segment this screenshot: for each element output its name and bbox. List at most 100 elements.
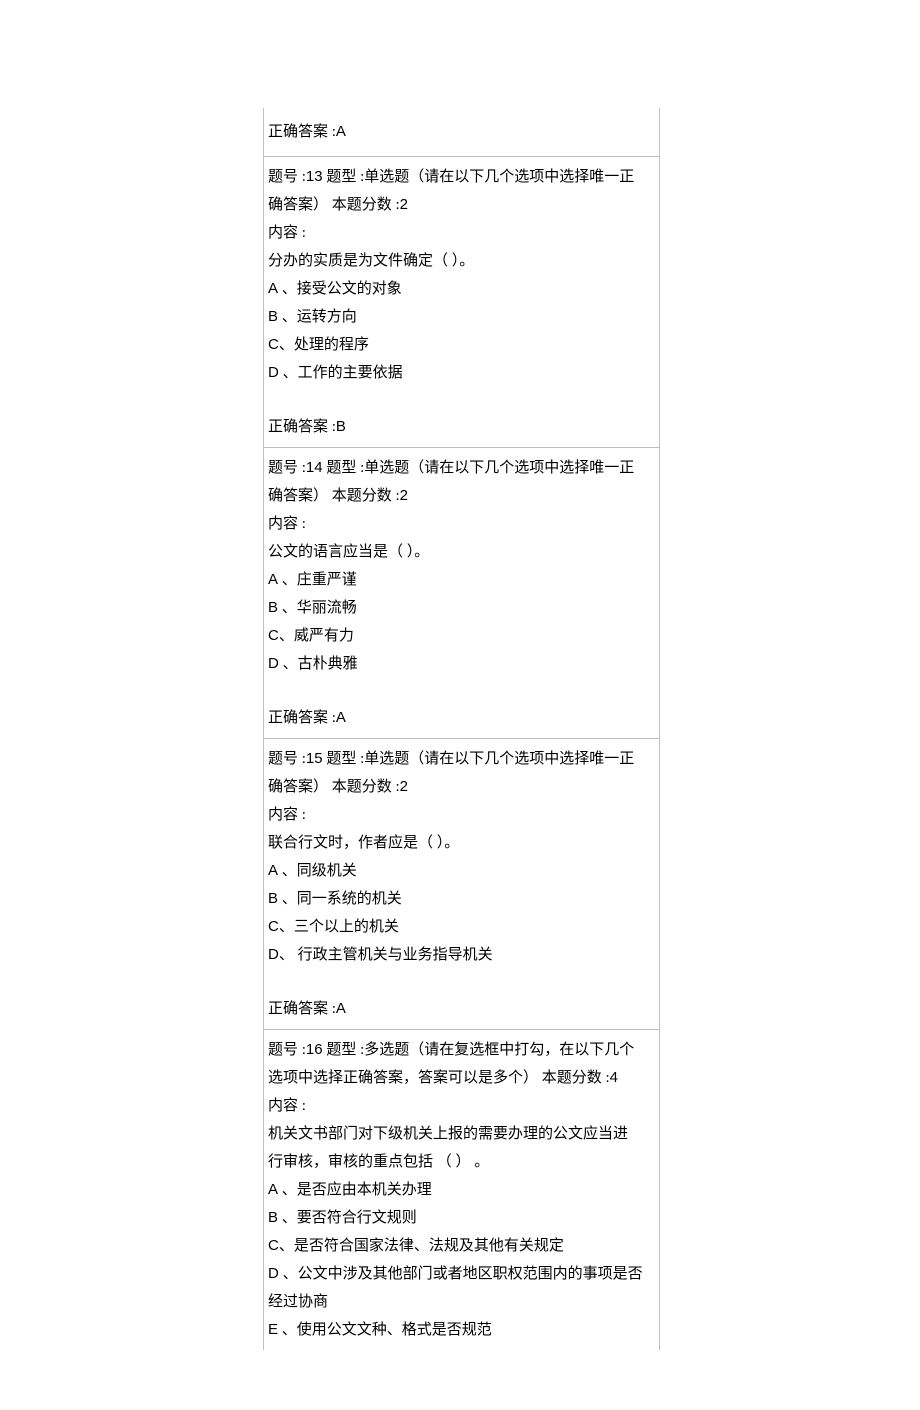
text-line: 正确答案 :B (268, 413, 655, 441)
text-line: B 、同一系统的机关 (268, 885, 655, 913)
text-segment: A (336, 709, 346, 726)
text-line: D、 行政主管机关与业务指导机关 (268, 941, 655, 969)
text-line: 确答案） 本题分数 :2 (268, 773, 655, 801)
text-segment: 、公文中涉及其他部门或者地区职权范围内的事项是否 (279, 1266, 643, 1282)
text-segment: D (268, 364, 279, 381)
text-segment: 、运转方向 (278, 309, 357, 325)
text-segment: 16 (306, 1041, 323, 1058)
cell-inner: 正确答案 :A (264, 108, 659, 156)
text-segment: 、是否符合国家法律、法规及其他有关规定 (279, 1238, 564, 1254)
text-segment: D (268, 1265, 279, 1282)
text-line: 确答案） 本题分数 :2 (268, 191, 655, 219)
blank-line (268, 387, 655, 413)
text-segment: 正确答案 : (268, 710, 336, 726)
text-segment: 、威严有力 (279, 628, 354, 644)
page: 正确答案 :A题号 :13 题型 :单选题（请在以下几个选项中选择唯一正确答案）… (0, 0, 920, 1410)
text-segment: 、古朴典雅 (279, 656, 358, 672)
text-line: C、三个以上的机关 (268, 913, 655, 941)
text-line: B 、华丽流畅 (268, 594, 655, 622)
text-segment: B (336, 418, 346, 435)
text-line: 正确答案 :A (268, 995, 655, 1023)
text-line: 题号 :16 题型 :多选题（请在复选框中打勾，在以下几个 (268, 1036, 655, 1064)
text-segment: D (268, 655, 279, 672)
text-segment: 4 (610, 1069, 618, 1086)
text-segment: 、三个以上的机关 (279, 919, 399, 935)
text-segment: B (268, 1209, 278, 1226)
text-segment: A (268, 862, 278, 879)
text-segment: 题型 :单选题（请在以下几个选项中选择唯一正 (323, 460, 635, 476)
text-segment: 2 (400, 196, 408, 213)
text-segment: A (336, 1000, 346, 1017)
text-segment: 公文的语言应当是（ ）。 (268, 544, 429, 560)
text-segment: 内容 : (268, 807, 306, 823)
blank-line (268, 678, 655, 704)
text-line: 题号 :13 题型 :单选题（请在以下几个选项中选择唯一正 (268, 163, 655, 191)
text-segment: C (268, 627, 279, 644)
text-segment: 题号 : (268, 1042, 306, 1058)
cell: 正确答案 :A (264, 108, 659, 157)
text-segment: 、华丽流畅 (278, 600, 357, 616)
text-segment: 、工作的主要依据 (279, 365, 403, 381)
text-segment: 题型 :单选题（请在以下几个选项中选择唯一正 (323, 751, 635, 767)
text-segment: 、要否符合行文规则 (278, 1210, 417, 1226)
text-line: A 、接受公文的对象 (268, 275, 655, 303)
text-segment: 机关文书部门对下级机关上报的需要办理的公文应当进 (268, 1126, 628, 1142)
text-line: 联合行文时，作者应是（ ）。 (268, 829, 655, 857)
text-segment: 题号 : (268, 751, 306, 767)
text-line: 经过协商 (268, 1288, 655, 1316)
text-line: 分办的实质是为文件确定（ ）。 (268, 247, 655, 275)
text-line: A 、庄重严谨 (268, 566, 655, 594)
text-segment: 14 (306, 459, 323, 476)
text-segment: D (268, 946, 279, 963)
text-segment: 题号 : (268, 460, 306, 476)
text-line: 行审核，审核的重点包括 （ ） 。 (268, 1148, 655, 1176)
text-line: D 、公文中涉及其他部门或者地区职权范围内的事项是否 (268, 1260, 655, 1288)
text-line: 选项中选择正确答案，答案可以是多个） 本题分数 :4 (268, 1064, 655, 1092)
text-line: C、威严有力 (268, 622, 655, 650)
text-line: D 、古朴典雅 (268, 650, 655, 678)
text-segment: 分办的实质是为文件确定（ ）。 (268, 253, 474, 269)
text-segment: 、使用公文文种、格式是否规范 (278, 1322, 492, 1338)
text-line: 公文的语言应当是（ ）。 (268, 538, 655, 566)
text-segment: 题号 : (268, 169, 306, 185)
text-segment: 2 (400, 778, 408, 795)
text-segment: 内容 : (268, 516, 306, 532)
text-segment: A (268, 280, 278, 297)
text-segment: A (336, 123, 346, 140)
text-segment: A (268, 1181, 278, 1198)
text-segment: 题型 :多选题（请在复选框中打勾，在以下几个 (323, 1042, 635, 1058)
cell: 题号 :15 题型 :单选题（请在以下几个选项中选择唯一正确答案） 本题分数 :… (264, 739, 659, 1030)
text-segment: 联合行文时，作者应是（ ）。 (268, 835, 459, 851)
text-segment: 15 (306, 750, 323, 767)
cell-inner: 题号 :14 题型 :单选题（请在以下几个选项中选择唯一正确答案） 本题分数 :… (264, 448, 659, 738)
text-segment: 、 行政主管机关与业务指导机关 (279, 947, 493, 963)
text-segment: 经过协商 (268, 1294, 328, 1310)
text-line: D 、工作的主要依据 (268, 359, 655, 387)
text-line: 确答案） 本题分数 :2 (268, 482, 655, 510)
cell-inner: 题号 :13 题型 :单选题（请在以下几个选项中选择唯一正确答案） 本题分数 :… (264, 157, 659, 447)
text-segment: 、接受公文的对象 (278, 281, 402, 297)
text-line: B 、要否符合行文规则 (268, 1204, 655, 1232)
text-segment: 确答案） 本题分数 : (268, 488, 400, 504)
text-segment: E (268, 1321, 278, 1338)
text-segment: 选项中选择正确答案，答案可以是多个） 本题分数 : (268, 1070, 610, 1086)
text-segment: 、庄重严谨 (278, 572, 357, 588)
cell: 题号 :13 题型 :单选题（请在以下几个选项中选择唯一正确答案） 本题分数 :… (264, 157, 659, 448)
text-segment: 确答案） 本题分数 : (268, 779, 400, 795)
text-line: 题号 :14 题型 :单选题（请在以下几个选项中选择唯一正 (268, 454, 655, 482)
text-line: C、处理的程序 (268, 331, 655, 359)
text-segment: B (268, 599, 278, 616)
text-segment: 、是否应由本机关办理 (278, 1182, 432, 1198)
text-line: 内容 : (268, 1092, 655, 1120)
text-segment: 、同级机关 (278, 863, 357, 879)
text-line: 正确答案 :A (268, 118, 655, 146)
text-segment: C (268, 336, 279, 353)
text-segment: 正确答案 : (268, 419, 336, 435)
cell: 题号 :16 题型 :多选题（请在复选框中打勾，在以下几个选项中选择正确答案，答… (264, 1030, 659, 1350)
text-line: 内容 : (268, 510, 655, 538)
text-segment: 内容 : (268, 225, 306, 241)
text-line: E 、使用公文文种、格式是否规范 (268, 1316, 655, 1344)
text-line: 正确答案 :A (268, 704, 655, 732)
text-segment: 正确答案 : (268, 124, 336, 140)
text-segment: 13 (306, 168, 323, 185)
